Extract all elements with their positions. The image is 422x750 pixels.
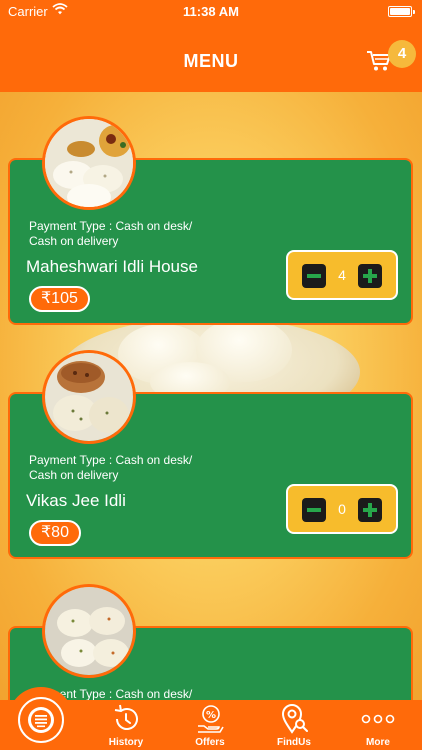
price-badge: ₹105	[29, 286, 90, 312]
battery-icon	[388, 6, 415, 17]
quantity-stepper: 0	[286, 484, 398, 534]
increase-quantity-button[interactable]	[358, 264, 382, 288]
food-item-name: Maheshwari Idli House	[26, 257, 198, 276]
cart-count-badge: 4	[388, 40, 416, 68]
decrease-quantity-button[interactable]	[302, 264, 326, 288]
tab-label: History	[108, 737, 144, 748]
tab-label: More	[366, 737, 390, 748]
tab-history[interactable]: History	[88, 700, 164, 750]
quantity-stepper: 4	[286, 250, 398, 300]
decrease-quantity-button[interactable]	[302, 498, 326, 522]
food-item-name: Vikas Jee Idli	[26, 491, 126, 510]
menu-list-icon	[28, 707, 54, 733]
tab-label: Offers	[195, 737, 225, 748]
menu-button-ring	[18, 697, 64, 743]
tab-findus[interactable]: FindUs	[256, 700, 332, 750]
tab-more[interactable]: More	[340, 700, 416, 750]
location-search-icon	[281, 704, 308, 734]
page-title: MENU	[183, 51, 239, 71]
menu-button[interactable]	[8, 687, 74, 750]
tab-offers[interactable]: % Offers	[172, 700, 248, 750]
payment-type-label: Payment Type : Cash on desk/ Cash on del…	[29, 219, 193, 248]
cart-button[interactable]: 4	[362, 40, 418, 90]
food-item-image	[42, 584, 136, 678]
svg-text:%: %	[206, 710, 216, 721]
quantity-value: 4	[338, 267, 346, 283]
nav-header: MENU 4	[0, 24, 422, 92]
price-badge: ₹80	[29, 520, 81, 546]
menu-list[interactable]: Payment Type : Cash on desk/ Cash on del…	[0, 92, 422, 700]
increase-quantity-button[interactable]	[358, 498, 382, 522]
history-icon	[114, 704, 138, 730]
offers-icon: %	[198, 705, 224, 733]
food-item-image	[42, 350, 136, 444]
status-bar: Carrier 11:38 AM	[0, 0, 422, 24]
more-dots-icon	[361, 714, 395, 724]
quantity-value: 0	[338, 501, 346, 517]
clock: 11:38 AM	[183, 4, 239, 19]
tab-label: FindUs	[277, 737, 311, 748]
food-item-image	[42, 116, 136, 210]
payment-type-label: Payment Type : Cash on desk/ Cash on del…	[29, 453, 193, 482]
